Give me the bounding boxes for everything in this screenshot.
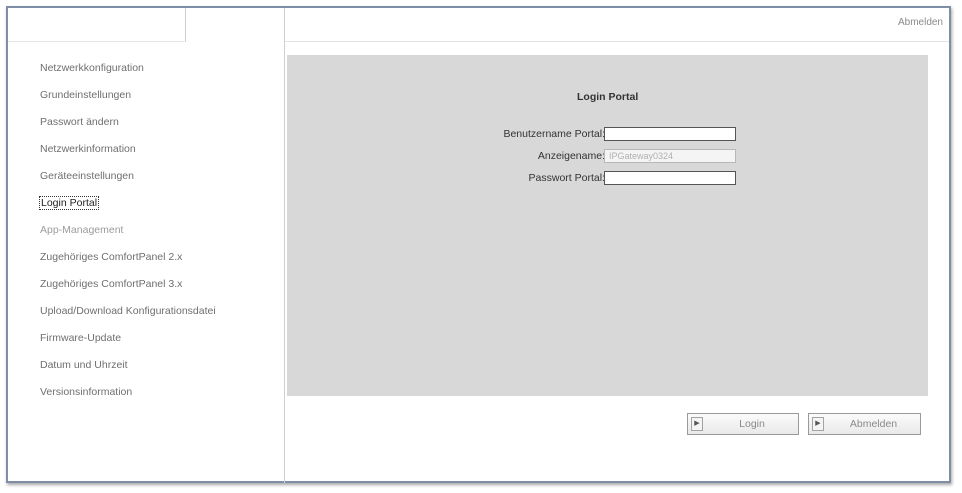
sidebar-item-login-portal[interactable]: Login Portal [38, 195, 276, 222]
sidebar-item-label: App-Management [40, 224, 124, 236]
sidebar-item-netzwerkkonfiguration[interactable]: Netzwerkkonfiguration [40, 60, 276, 87]
username-field[interactable] [604, 127, 736, 141]
play-arrow-icon: ▶ [812, 417, 824, 431]
logout-link[interactable]: Abmelden [898, 17, 943, 28]
sidebar-item-versionsinformation[interactable]: Versionsinformation [40, 384, 276, 411]
sidebar-item-label: Firmware-Update [40, 332, 122, 344]
password-field[interactable] [604, 171, 736, 185]
sidebar-item-label: Grundeinstellungen [40, 89, 132, 101]
sidebar-item-label: Zugehöriges ComfortPanel 2.x [40, 251, 183, 263]
sidebar-header-tab [8, 8, 186, 42]
sidebar-item-label: Upload/Download Konfigurationsdatei [40, 305, 216, 317]
sidebar-item-label: Versionsinformation [40, 386, 133, 398]
application-frame: Abmelden Netzwerkkonfiguration Grundeins… [6, 6, 951, 483]
sidebar-item-label: Geräteeinstellungen [40, 170, 134, 182]
password-row: Passwort Portal: [287, 171, 928, 187]
sidebar-item-comfortpanel-2x[interactable]: Zugehöriges ComfortPanel 2.x [40, 249, 276, 276]
sidebar-item-label: Datum und Uhrzeit [40, 359, 128, 371]
logout-button-label: Abmelden [849, 418, 898, 430]
sidebar-item-label: Netzwerkinformation [40, 143, 136, 155]
password-label: Passwort Portal: [528, 172, 605, 184]
sidebar-item-passwort-aendern[interactable]: Passwort ändern [40, 114, 276, 141]
play-arrow-icon: ▶ [691, 417, 703, 431]
username-row: Benutzername Portal: [287, 127, 928, 143]
login-button-label: Login [739, 418, 765, 430]
sidebar-item-datum-uhrzeit[interactable]: Datum und Uhrzeit [40, 357, 276, 384]
sidebar-item-label: Login Portal [38, 196, 100, 210]
displayname-row: Anzeigename: [287, 149, 928, 165]
displayname-field [604, 149, 736, 163]
logout-button[interactable]: ▶ Abmelden [808, 413, 921, 435]
sidebar-item-netzwerkinformation[interactable]: Netzwerkinformation [40, 141, 276, 168]
login-button[interactable]: ▶ Login [687, 413, 799, 435]
sidebar-item-label: Zugehöriges ComfortPanel 3.x [40, 278, 183, 290]
page-title: Login Portal [577, 91, 639, 103]
username-label: Benutzername Portal: [503, 128, 605, 140]
sidebar-divider [284, 8, 285, 483]
sidebar-nav: Netzwerkkonfiguration Grundeinstellungen… [38, 60, 276, 411]
sidebar-item-geraeteeinstellungen[interactable]: Geräteeinstellungen [40, 168, 276, 195]
displayname-label: Anzeigename: [537, 150, 605, 162]
sidebar-item-firmware-update[interactable]: Firmware-Update [40, 330, 276, 357]
sidebar-item-comfortpanel-3x[interactable]: Zugehöriges ComfortPanel 3.x [40, 276, 276, 303]
sidebar-item-label: Netzwerkkonfiguration [40, 62, 144, 74]
sidebar-item-upload-download[interactable]: Upload/Download Konfigurationsdatei [40, 303, 276, 330]
top-bar: Abmelden [285, 8, 949, 42]
sidebar-item-grundeinstellungen[interactable]: Grundeinstellungen [40, 87, 276, 114]
sidebar-item-app-management[interactable]: App-Management [40, 222, 276, 249]
sidebar-item-label: Passwort ändern [40, 116, 119, 128]
login-portal-panel: Login Portal Benutzername Portal: Anzeig… [287, 55, 928, 396]
